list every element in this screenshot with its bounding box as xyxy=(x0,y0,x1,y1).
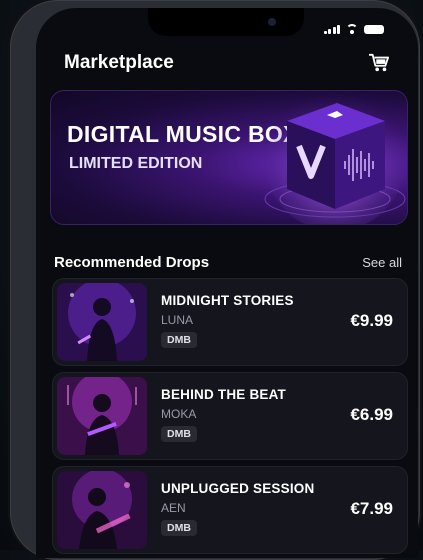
item-price: €7.99 xyxy=(350,499,393,518)
notch xyxy=(148,8,304,36)
page-title: Marketplace xyxy=(64,52,174,73)
section-title: Recommended Drops xyxy=(54,254,210,271)
phone-screen: Marketplace DIGITAL MUSIC BOX LIMITED ED… xyxy=(36,8,418,558)
signal-icon xyxy=(323,24,340,34)
phone-frame: Marketplace DIGITAL MUSIC BOX LIMITED ED… xyxy=(10,0,420,560)
format-badge: DMB xyxy=(161,520,197,536)
format-badge: DMB xyxy=(161,426,197,442)
header: Marketplace xyxy=(64,52,390,74)
album-cover-image xyxy=(57,283,147,361)
battery-icon xyxy=(364,24,384,34)
list-item[interactable]: UNPLUGGED SESSION AEN DMB €7.99 xyxy=(52,466,408,554)
item-price: €6.99 xyxy=(350,405,393,424)
item-title: BEHIND THE BEAT xyxy=(161,387,287,402)
item-artist: AEN xyxy=(161,501,186,515)
item-title: MIDNIGHT STORIES xyxy=(161,293,294,308)
music-box-cube-image xyxy=(264,91,406,224)
recommended-section-header: Recommended Drops See all xyxy=(54,254,402,271)
banner-subtitle: LIMITED EDITION xyxy=(69,155,203,172)
see-all-link[interactable]: See all xyxy=(362,255,402,270)
item-title: UNPLUGGED SESSION xyxy=(161,481,315,496)
item-price: €9.99 xyxy=(350,311,393,330)
status-bar xyxy=(323,24,384,34)
wifi-icon xyxy=(346,24,358,34)
item-info: MIDNIGHT STORIES LUNA DMB xyxy=(161,293,294,348)
album-cover-image xyxy=(57,471,147,549)
cart-icon[interactable] xyxy=(368,53,390,73)
list-item[interactable]: MIDNIGHT STORIES LUNA DMB €9.99 xyxy=(52,278,408,366)
item-artist: LUNA xyxy=(161,313,194,327)
item-info: BEHIND THE BEAT MOKA DMB xyxy=(161,387,286,442)
featured-banner[interactable]: DIGITAL MUSIC BOX LIMITED EDITION xyxy=(50,90,408,225)
item-artist: MOKA xyxy=(161,407,197,421)
camera-dot xyxy=(268,18,276,26)
format-badge: DMB xyxy=(161,332,197,348)
item-info: UNPLUGGED SESSION AEN DMB xyxy=(161,481,314,536)
album-cover-image xyxy=(57,377,147,455)
list-item[interactable]: BEHIND THE BEAT MOKA DMB €6.99 xyxy=(52,372,408,460)
